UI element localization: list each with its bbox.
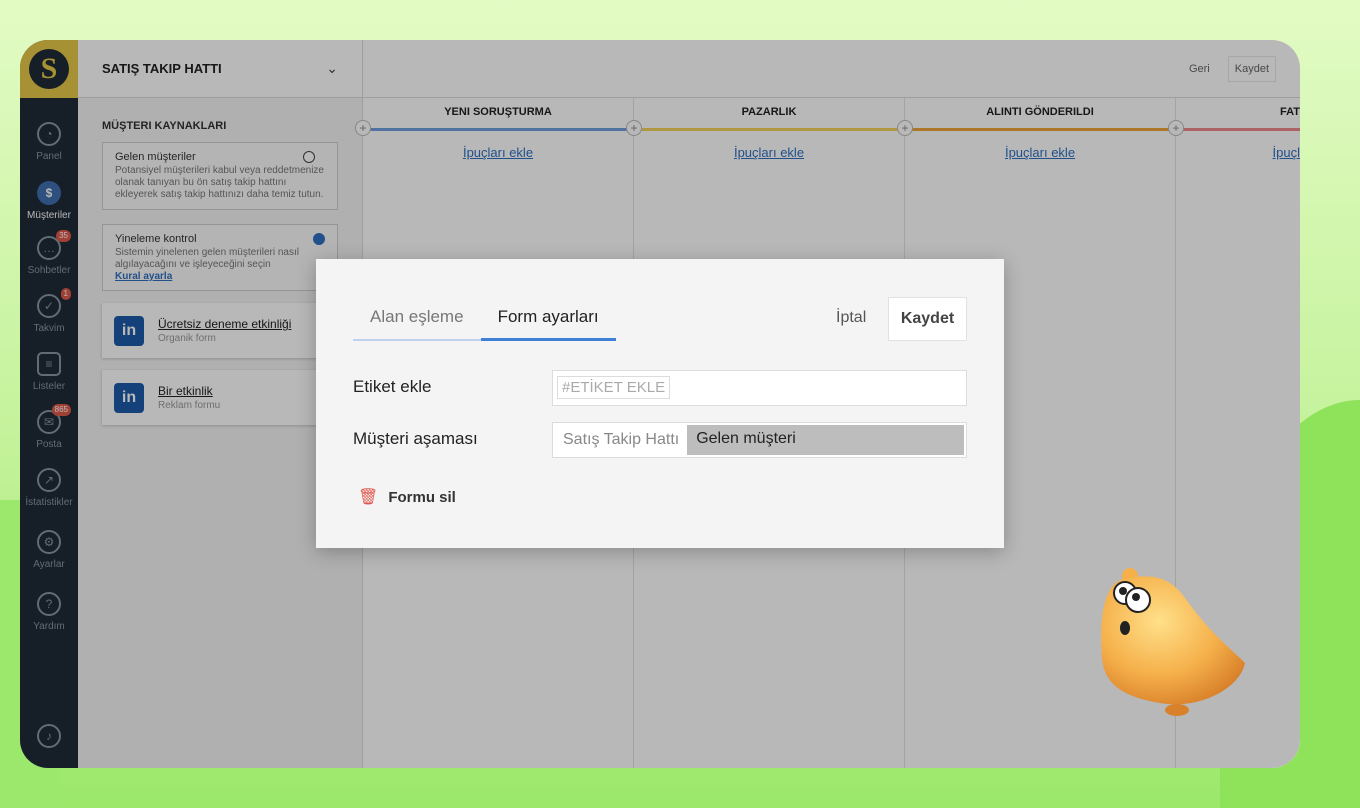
- save-button[interactable]: Kaydet: [888, 297, 967, 341]
- tab-field-mapping[interactable]: Alan eşleme: [353, 297, 481, 341]
- tag-placeholder: #ETİKET EKLE: [557, 376, 671, 399]
- cancel-button[interactable]: İptal: [836, 309, 866, 327]
- modal-tabs: Alan eşleme Form ayarları: [353, 297, 616, 341]
- tag-label: Etiket ekle: [353, 377, 432, 396]
- lead-stage-select[interactable]: Satış Takip Hattı Gelen müşteri: [552, 422, 967, 458]
- delete-form-label: Formu sil: [388, 488, 456, 506]
- bell-mascot-icon: [1101, 568, 1245, 716]
- form-settings-modal: Alan eşleme Form ayarları İptal Kaydet E…: [316, 259, 1004, 548]
- trash-icon: 🗑: [358, 489, 379, 506]
- tab-form-settings[interactable]: Form ayarları: [480, 297, 616, 341]
- stage-pipeline: Satış Takip Hattı: [563, 431, 680, 448]
- stage-label: Müşteri aşaması: [353, 429, 478, 448]
- tag-input[interactable]: #ETİKET EKLE: [552, 370, 967, 406]
- stage-value[interactable]: Gelen müşteri: [687, 425, 964, 455]
- delete-form-button[interactable]: 🗑 Formu sil: [358, 487, 456, 507]
